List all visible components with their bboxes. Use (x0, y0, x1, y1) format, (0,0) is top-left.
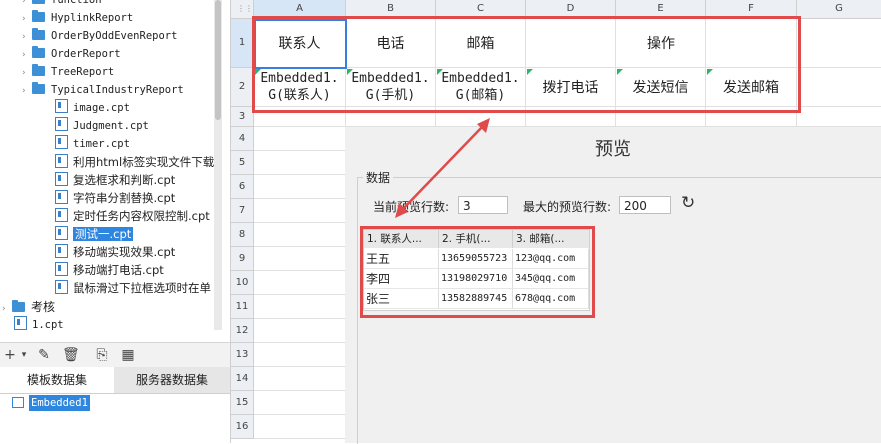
annotation-arrow (395, 118, 490, 218)
